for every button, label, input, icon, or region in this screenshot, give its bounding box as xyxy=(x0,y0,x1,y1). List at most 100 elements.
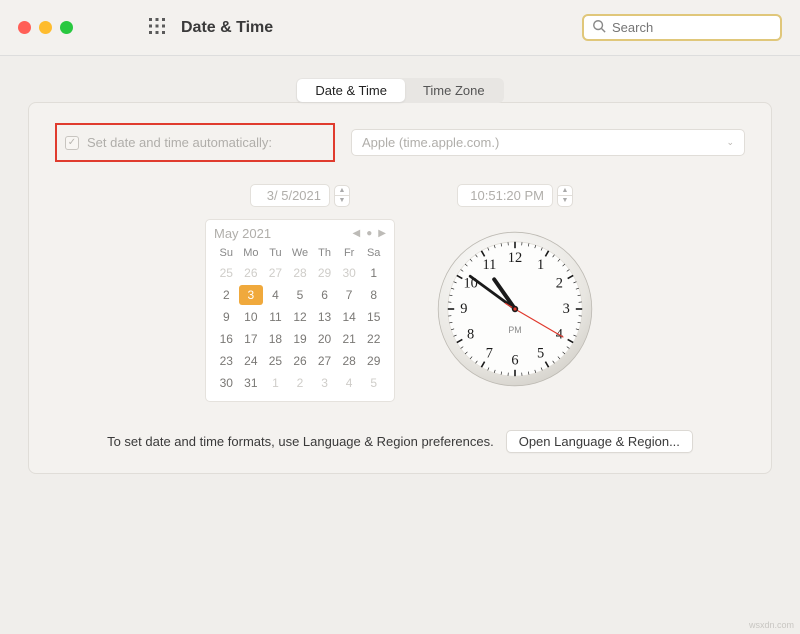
calendar-day[interactable]: 12 xyxy=(288,307,313,327)
time-column: 10:51:20 PM ▲ ▼ xyxy=(435,184,595,402)
calendar-dow: Tu xyxy=(263,245,288,261)
calendar-day[interactable]: 27 xyxy=(312,351,337,371)
calendar-day[interactable]: 3 xyxy=(239,285,264,305)
calendar-day[interactable]: 1 xyxy=(263,373,288,393)
time-field[interactable]: 10:51:20 PM xyxy=(457,184,553,207)
analog-clock: 121234567891011 PM xyxy=(435,229,595,389)
calendar-day[interactable]: 20 xyxy=(312,329,337,349)
calendar-day[interactable]: 15 xyxy=(361,307,386,327)
search-field[interactable] xyxy=(582,14,782,41)
tab-time-zone[interactable]: Time Zone xyxy=(405,79,503,102)
svg-text:6: 6 xyxy=(511,352,518,368)
calendar-day[interactable]: 13 xyxy=(312,307,337,327)
time-server-select[interactable]: Apple (time.apple.com.) ⌄ xyxy=(351,129,745,156)
svg-text:7: 7 xyxy=(486,345,493,361)
calendar-day[interactable]: 25 xyxy=(263,351,288,371)
nav-arrows xyxy=(103,20,125,35)
calendar-day[interactable]: 5 xyxy=(288,285,313,305)
svg-text:12: 12 xyxy=(508,250,522,266)
calendar-day[interactable]: 9 xyxy=(214,307,239,327)
calendar: May 2021 ◀ ● ▶ SuMoTuWeThFrSa25262728293… xyxy=(205,219,395,402)
calendar-day[interactable]: 31 xyxy=(239,373,264,393)
svg-text:3: 3 xyxy=(563,301,570,317)
zoom-window-button[interactable] xyxy=(60,21,73,34)
svg-text:2: 2 xyxy=(556,275,563,291)
svg-text:11: 11 xyxy=(482,257,496,273)
footer-text: To set date and time formats, use Langua… xyxy=(107,434,494,449)
calendar-day[interactable]: 30 xyxy=(337,263,362,283)
calendar-day[interactable]: 28 xyxy=(337,351,362,371)
calendar-next-icon[interactable]: ▶ xyxy=(378,228,386,239)
calendar-day[interactable]: 26 xyxy=(239,263,264,283)
calendar-day[interactable]: 26 xyxy=(288,351,313,371)
stepper-down-icon[interactable]: ▼ xyxy=(558,196,572,206)
set-auto-checkbox[interactable]: ✓ xyxy=(65,136,79,150)
search-input[interactable] xyxy=(612,20,772,35)
calendar-prev-icon[interactable]: ◀ xyxy=(353,228,361,239)
window-title: Date & Time xyxy=(181,19,273,37)
calendar-dow: Sa xyxy=(361,245,386,261)
calendar-day[interactable]: 14 xyxy=(337,307,362,327)
stepper-down-icon[interactable]: ▼ xyxy=(335,196,349,206)
date-field[interactable]: 3/ 5/2021 xyxy=(250,184,330,207)
stepper-up-icon[interactable]: ▲ xyxy=(558,186,572,197)
time-field-group: 10:51:20 PM ▲ ▼ xyxy=(457,184,573,207)
calendar-day[interactable]: 11 xyxy=(263,307,288,327)
set-auto-label: Set date and time automatically: xyxy=(87,135,272,150)
calendar-day[interactable]: 2 xyxy=(214,285,239,305)
calendar-dow: Fr xyxy=(337,245,362,261)
auto-date-row: ✓ Set date and time automatically: Apple… xyxy=(55,123,745,162)
calendar-day[interactable]: 25 xyxy=(214,263,239,283)
calendar-day[interactable]: 10 xyxy=(239,307,264,327)
settings-panel: ✓ Set date and time automatically: Apple… xyxy=(28,102,772,474)
calendar-day[interactable]: 8 xyxy=(361,285,386,305)
search-icon xyxy=(592,19,612,36)
calendar-day[interactable]: 30 xyxy=(214,373,239,393)
show-all-icon[interactable] xyxy=(149,18,165,37)
calendar-day[interactable]: 6 xyxy=(312,285,337,305)
minimize-window-button[interactable] xyxy=(39,21,52,34)
calendar-day[interactable]: 19 xyxy=(288,329,313,349)
window-toolbar: Date & Time xyxy=(0,0,800,56)
calendar-day[interactable]: 2 xyxy=(288,373,313,393)
calendar-day[interactable]: 29 xyxy=(361,351,386,371)
svg-text:8: 8 xyxy=(467,327,474,343)
content-area: Date & Time Time Zone ✓ Set date and tim… xyxy=(0,56,800,492)
calendar-day[interactable]: 24 xyxy=(239,351,264,371)
calendar-today-icon[interactable]: ● xyxy=(366,228,372,239)
calendar-day[interactable]: 4 xyxy=(337,373,362,393)
time-server-value: Apple (time.apple.com.) xyxy=(362,135,499,150)
date-stepper[interactable]: ▲ ▼ xyxy=(334,185,350,207)
calendar-day[interactable]: 7 xyxy=(337,285,362,305)
calendar-title: May 2021 xyxy=(214,226,271,241)
calendar-dow: Su xyxy=(214,245,239,261)
clock-ampm-label: PM xyxy=(508,325,521,335)
time-stepper[interactable]: ▲ ▼ xyxy=(557,185,573,207)
highlight-set-auto: ✓ Set date and time automatically: xyxy=(55,123,335,162)
traffic-lights xyxy=(18,21,73,34)
tab-group: Date & Time Time Zone xyxy=(296,78,503,103)
tab-date-time[interactable]: Date & Time xyxy=(297,79,405,102)
watermark: wsxdn.com xyxy=(749,620,794,630)
footer-row: To set date and time formats, use Langua… xyxy=(55,430,745,453)
open-language-region-button[interactable]: Open Language & Region... xyxy=(506,430,693,453)
svg-text:9: 9 xyxy=(460,301,467,317)
calendar-day[interactable]: 16 xyxy=(214,329,239,349)
calendar-day[interactable]: 29 xyxy=(312,263,337,283)
calendar-day[interactable]: 1 xyxy=(361,263,386,283)
calendar-nav: ◀ ● ▶ xyxy=(353,228,386,239)
close-window-button[interactable] xyxy=(18,21,31,34)
calendar-day[interactable]: 3 xyxy=(312,373,337,393)
calendar-day[interactable]: 4 xyxy=(263,285,288,305)
calendar-day[interactable]: 5 xyxy=(361,373,386,393)
chevron-down-icon: ⌄ xyxy=(726,137,734,148)
calendar-day[interactable]: 27 xyxy=(263,263,288,283)
calendar-day[interactable]: 18 xyxy=(263,329,288,349)
calendar-day[interactable]: 21 xyxy=(337,329,362,349)
stepper-up-icon[interactable]: ▲ xyxy=(335,186,349,197)
calendar-day[interactable]: 17 xyxy=(239,329,264,349)
calendar-day[interactable]: 23 xyxy=(214,351,239,371)
calendar-day[interactable]: 22 xyxy=(361,329,386,349)
svg-text:1: 1 xyxy=(537,257,544,273)
calendar-day[interactable]: 28 xyxy=(288,263,313,283)
